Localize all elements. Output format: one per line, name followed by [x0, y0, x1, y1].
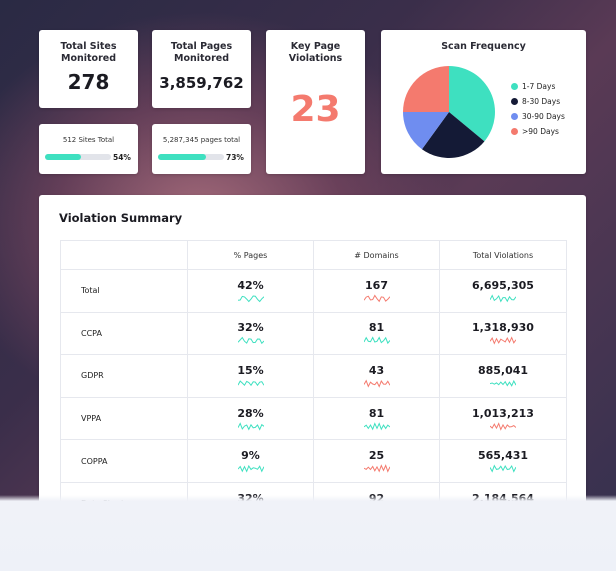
pages-total-label: 5,287,345 pages total [162, 136, 241, 144]
cell-domains: 167 [313, 269, 440, 313]
cell-value: 565,431 [477, 449, 529, 463]
table-header-row: % Pages # Domains Total Violations [60, 240, 567, 270]
sparkline-icon [490, 336, 516, 346]
cell-violations: 565,431 [439, 439, 567, 483]
legend-item: 30-90 Days [511, 112, 565, 121]
legend-dot-icon [511, 113, 518, 120]
legend-item: 8-30 Days [511, 97, 560, 106]
cell-pages: 15% [187, 354, 314, 398]
pages-progress-bar [158, 154, 224, 160]
sparkline-icon [363, 464, 390, 473]
legend-label: 1-7 Days [522, 82, 556, 91]
sparkline-icon [363, 336, 390, 345]
pages-progress-fill [158, 154, 207, 160]
table-row: CCPA 32% 81 1,318,930 [60, 311, 567, 356]
cell-pages: 42% [187, 269, 314, 313]
column-header-domains: # Domains [313, 240, 440, 270]
total-pages-card: Total Pages Monitored 3,859,762 [152, 30, 251, 108]
sparkline-icon [490, 379, 516, 387]
cell-value: 43 [368, 363, 385, 377]
total-pages-title: Total Pages Monitored [170, 41, 233, 64]
cell-pages: 9% [187, 439, 314, 483]
sites-progress-fill [45, 154, 81, 160]
sparkline-icon [237, 295, 264, 303]
total-sites-title: Total Sites Monitored [60, 41, 117, 64]
cell-value: 42% [237, 278, 264, 292]
column-header-pages: % Pages [187, 240, 314, 270]
sites-progress-bar [45, 154, 111, 160]
violation-summary-table: % Pages # Domains Total Violations Total… [60, 240, 567, 526]
table-row: GDPR 15% 43 885,041 [60, 354, 567, 398]
legend-label: >90 Days [522, 127, 559, 136]
row-label: COPPA [60, 439, 188, 483]
cell-value: 1,318,930 [472, 321, 534, 335]
cell-value: 32% [237, 321, 264, 335]
legend-label: 8-30 Days [522, 97, 561, 106]
cell-domains: 43 [313, 354, 440, 398]
column-header-violations: Total Violations [439, 240, 567, 270]
sparkline-icon [237, 380, 264, 387]
sites-total-card: 512 Sites Total 54% [39, 124, 138, 174]
column-header-label [60, 240, 188, 270]
cell-value: 81 [368, 321, 385, 335]
total-sites-value: 278 [67, 70, 110, 94]
sites-total-label: 512 Sites Total [62, 136, 115, 144]
cell-domains: 81 [313, 396, 440, 441]
scan-frequency-card: Scan Frequency 1-7 Days 8-30 Days 30-90 Da… [381, 30, 586, 174]
row-label: Total [60, 269, 188, 313]
pages-progress-pct: 73% [226, 153, 244, 162]
cell-domains: 25 [313, 439, 440, 483]
key-page-violations-card: Key Page Violations 23 [266, 30, 365, 174]
sparkline-icon [237, 337, 264, 345]
legend-item: 1-7 Days [511, 82, 555, 91]
table-row: COPPA 9% 25 565,431 [60, 439, 567, 483]
sparkline-icon [363, 379, 390, 388]
legend-item: >90 Days [511, 127, 559, 136]
row-label: CCPA [60, 311, 188, 356]
legend-label: 30-90 Days [522, 112, 565, 121]
cell-violations: 885,041 [439, 354, 567, 398]
cell-value: 25 [368, 449, 385, 463]
row-label: VPPA [60, 396, 188, 441]
pie-slice-4 [403, 66, 449, 112]
cell-value: 1,013,213 [472, 406, 534, 420]
legend-dot-icon [511, 98, 518, 105]
cell-domains: 81 [313, 311, 440, 356]
legend-dot-icon [511, 83, 518, 90]
table-row: Total 42% 167 6,695,305 [60, 269, 567, 313]
sparkline-icon [363, 421, 390, 430]
sparkline-icon [490, 464, 516, 473]
total-sites-card: Total Sites Monitored 278 [39, 30, 138, 108]
cell-pages: 28% [187, 396, 314, 441]
cell-value: 28% [237, 406, 264, 420]
cell-value: 6,695,305 [472, 278, 534, 292]
row-label: GDPR [60, 354, 188, 398]
cell-value: 167 [365, 278, 388, 292]
pages-total-card: 5,287,345 pages total 73% [152, 124, 251, 174]
legend-dot-icon [511, 128, 518, 135]
cell-violations: 1,318,930 [439, 311, 567, 356]
table-row: VPPA 28% 81 1,013,213 [60, 396, 567, 441]
sparkline-icon [237, 465, 264, 473]
cell-violations: 6,695,305 [439, 269, 567, 313]
cell-value: 15% [237, 363, 264, 377]
key-page-violations-value: 23 [290, 89, 341, 130]
cell-value: 9% [241, 449, 260, 463]
sites-progress-pct: 54% [113, 153, 131, 162]
sparkline-icon [490, 294, 516, 303]
cell-pages: 32% [187, 311, 314, 356]
cell-violations: 1,013,213 [439, 396, 567, 441]
cell-value: 81 [368, 406, 385, 420]
key-page-violations-title: Key Page Violations [288, 41, 343, 64]
sparkline-icon [363, 294, 390, 303]
sparkline-icon [490, 421, 516, 431]
cell-value: 885,041 [477, 363, 529, 377]
sparkline-icon [237, 421, 264, 431]
violation-summary-title: Violation Summary [59, 211, 183, 225]
total-pages-value: 3,859,762 [159, 74, 244, 92]
bottom-fade [0, 495, 616, 571]
